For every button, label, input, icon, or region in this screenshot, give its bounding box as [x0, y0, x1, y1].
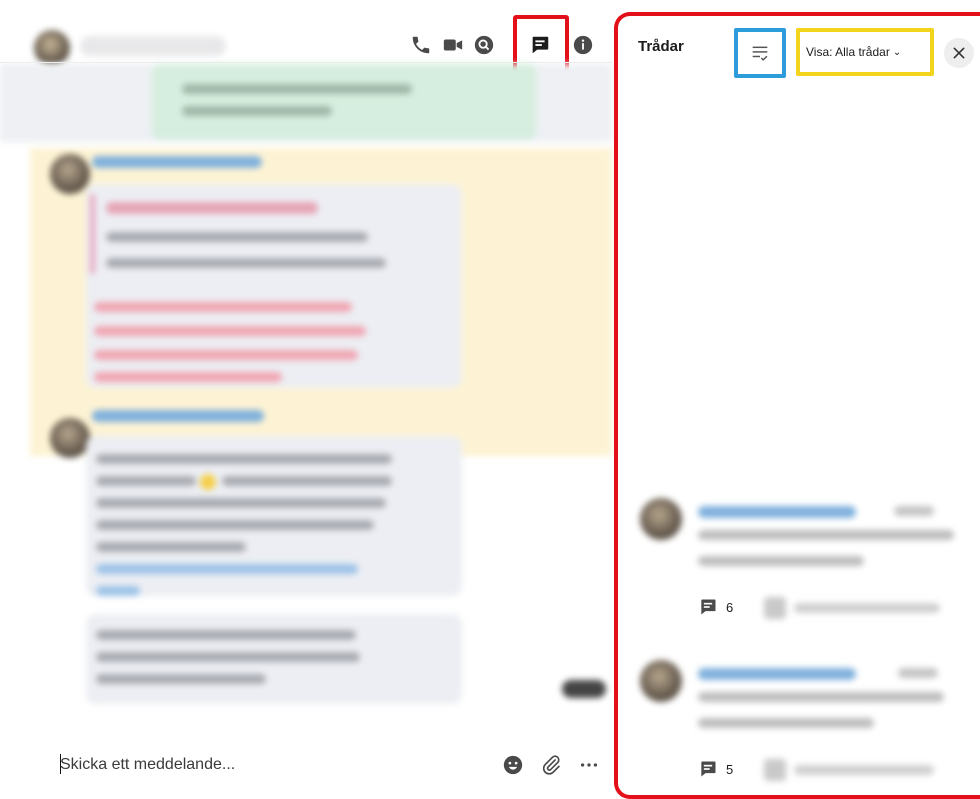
video-icon[interactable]	[440, 32, 466, 58]
chevron-down-icon: ⌄	[892, 46, 902, 58]
channel-name-blurred[interactable]	[80, 36, 226, 56]
attachment-icon[interactable]	[538, 752, 564, 778]
close-icon	[953, 47, 965, 59]
avatar	[640, 498, 682, 540]
reply-count: 6	[726, 599, 734, 615]
avatar[interactable]	[34, 30, 70, 66]
avatar[interactable]	[50, 418, 90, 458]
message-input[interactable]	[60, 752, 460, 778]
reply-count: 5	[726, 761, 734, 777]
avatar	[640, 660, 682, 702]
emoji-icon[interactable]	[500, 752, 526, 778]
message-list[interactable]	[0, 64, 612, 724]
reply-summary[interactable]: 5	[698, 758, 733, 780]
filter-label: Visa: Alla trådar	[806, 45, 890, 59]
more-options-icon[interactable]	[576, 752, 602, 778]
thread-item[interactable]: 6	[618, 494, 980, 624]
mark-all-read-button[interactable]	[734, 28, 786, 78]
avatar[interactable]	[50, 154, 90, 194]
search-icon[interactable]	[471, 32, 497, 58]
chat-pane	[0, 0, 612, 799]
filter-list-icon	[752, 46, 768, 61]
phone-icon[interactable]	[408, 32, 434, 58]
reply-summary[interactable]: 6	[698, 596, 733, 618]
info-icon[interactable]	[570, 32, 596, 58]
close-button[interactable]	[944, 38, 974, 68]
panel-title: Trådar	[638, 38, 684, 55]
thread-item[interactable]: 5	[618, 656, 980, 786]
thread-reply-icon	[701, 599, 716, 615]
thread-filter-dropdown[interactable]: Visa: Alla trådar ⌄	[796, 28, 934, 76]
message-bubble	[152, 64, 536, 140]
message-composer[interactable]	[54, 740, 614, 790]
header-divider	[0, 62, 612, 63]
thread-reply-icon	[701, 761, 716, 777]
threads-panel: Trådar Visa: Alla trådar ⌄ 6 5	[614, 12, 980, 799]
